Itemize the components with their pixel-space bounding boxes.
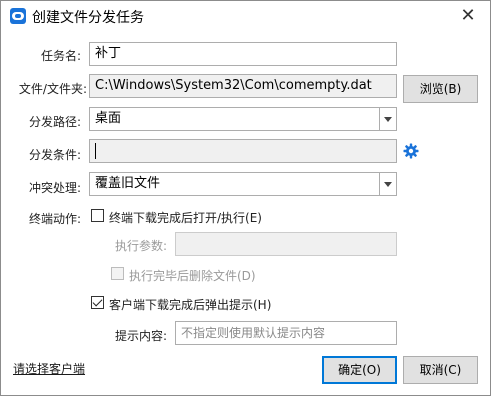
prompt-content-input[interactable]: 不指定则使用默认提示内容 — [175, 321, 397, 345]
exec-params-input[interactable] — [175, 232, 397, 256]
chevron-down-icon[interactable] — [379, 108, 396, 130]
text-caret — [95, 143, 96, 159]
select-clients-link[interactable]: 请选择客户端 — [13, 360, 85, 377]
conflict-value: 覆盖旧文件 — [95, 176, 161, 191]
popup-prompt-label[interactable]: 客户端下载完成后弹出提示(H) — [109, 296, 271, 313]
title-bar: 创建文件分发任务 ✕ — [1, 1, 490, 31]
prompt-content-label: 提示内容: — [114, 329, 167, 343]
exec-params-label: 执行参数: — [114, 239, 167, 253]
browse-button[interactable]: 浏览(B) — [403, 75, 478, 103]
conflict-select[interactable]: 覆盖旧文件 — [89, 172, 397, 196]
file-path-input[interactable]: C:\Windows\System32\Com\comempty.dat — [89, 74, 397, 98]
window-title: 创建文件分发任务 — [32, 10, 144, 26]
close-icon[interactable]: ✕ — [456, 4, 480, 28]
dist-path-select[interactable]: 桌面 — [89, 107, 397, 131]
dist-condition-label: 分发条件: — [28, 148, 81, 162]
open-after-download-label[interactable]: 终端下载完成后打开/执行(E) — [109, 209, 262, 226]
dialog-window: 创建文件分发任务 ✕ 任务名: 补丁 文件/文件夹: C:\Windows\Sy… — [0, 0, 491, 396]
dist-path-value: 桌面 — [95, 111, 122, 126]
post-action-label: 终端动作: — [28, 212, 81, 226]
dist-condition-input[interactable] — [89, 139, 397, 163]
delete-after-exec-label[interactable]: 执行完毕后删除文件(D) — [129, 267, 256, 284]
dist-path-label: 分发路径: — [28, 115, 81, 129]
chevron-down-icon[interactable] — [379, 173, 396, 195]
open-after-download-checkbox[interactable] — [91, 209, 104, 222]
task-name-label: 任务名: — [40, 49, 81, 63]
cancel-button[interactable]: 取消(C) — [403, 356, 478, 384]
popup-prompt-checkbox[interactable] — [91, 296, 104, 309]
file-label: 文件/文件夹: — [18, 82, 87, 96]
conflict-label: 冲突处理: — [28, 181, 81, 195]
gear-icon[interactable] — [403, 143, 419, 159]
task-name-input[interactable]: 补丁 — [89, 42, 397, 66]
delete-after-exec-checkbox[interactable] — [111, 267, 124, 280]
app-icon — [10, 8, 26, 24]
ok-button[interactable]: 确定(O) — [322, 356, 397, 384]
